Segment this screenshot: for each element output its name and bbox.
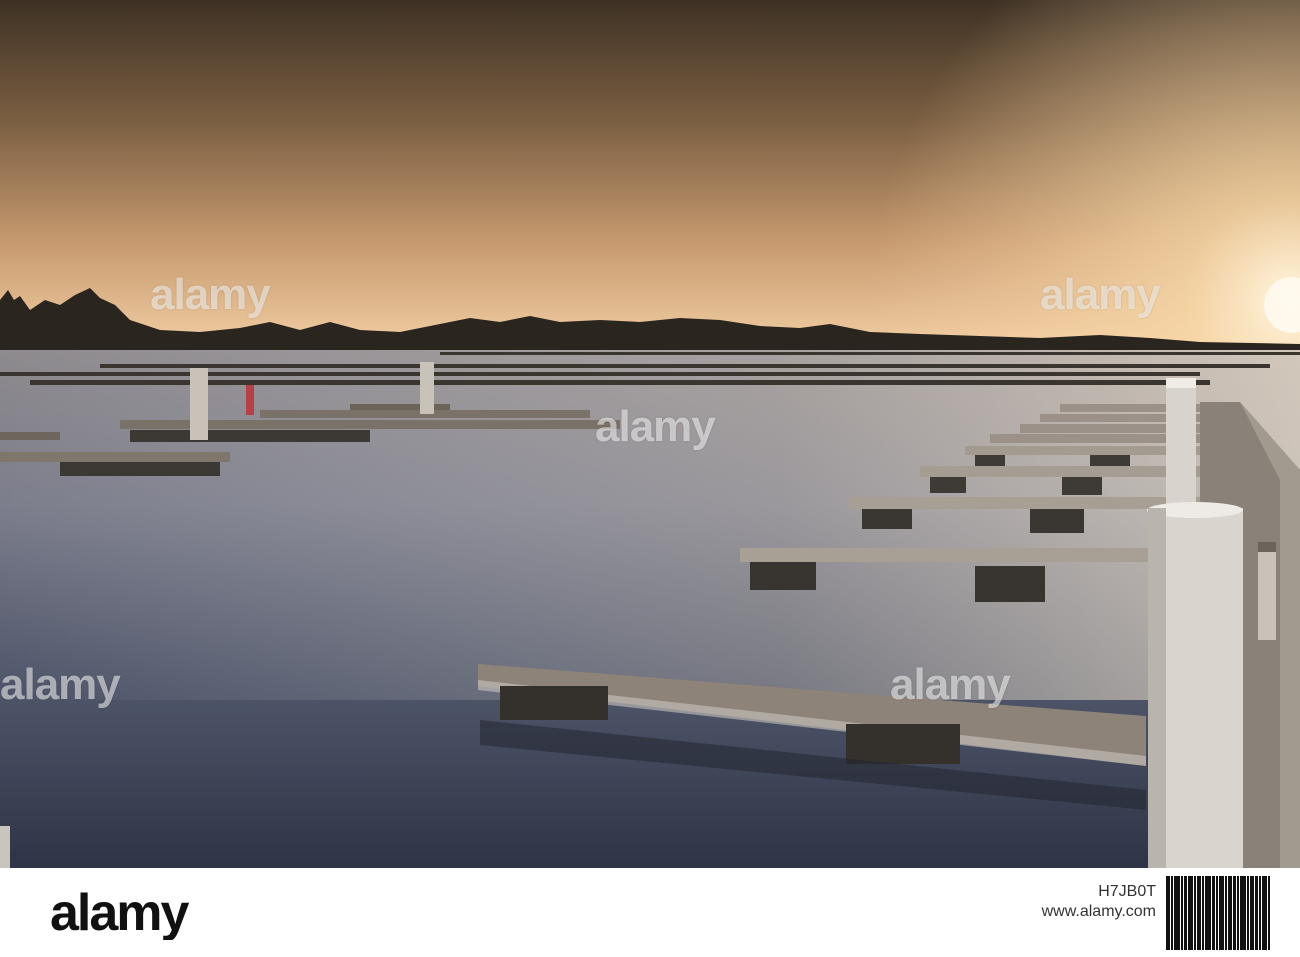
watermark-text: alamy (0, 660, 121, 709)
image-id-block: H7JB0T www.alamy.com (1042, 876, 1270, 950)
image-id: H7JB0T (1098, 883, 1156, 900)
image-id-caption: H7JB0T www.alamy.com (1016, 882, 1156, 922)
photo: alamy alamy alamy alamy alamy (0, 0, 1300, 868)
watermark-text: alamy (890, 660, 1011, 709)
site-url: www.alamy.com (1041, 903, 1156, 920)
alamy-logo-mark: alamy (50, 886, 192, 940)
barcode (1166, 876, 1270, 950)
alamy-logo: alamy (50, 886, 290, 940)
watermark-text: alamy (150, 270, 271, 319)
watermark-text: alamy (1040, 270, 1161, 319)
logo-text: alamy (50, 886, 190, 940)
watermark-text: alamy (595, 402, 716, 451)
footer-bar: alamy alamy H7JB0T www.alamy.com (0, 868, 1300, 957)
